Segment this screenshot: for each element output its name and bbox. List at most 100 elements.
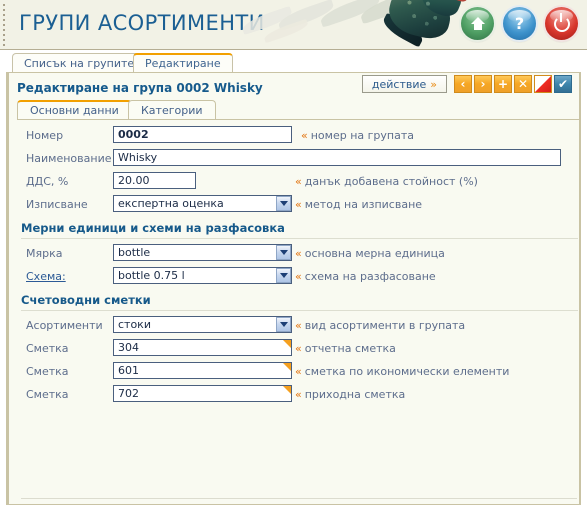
form-row-account3: Сметка 702 «приходна сметка — [9, 384, 579, 407]
add-record-button[interactable]: + — [494, 75, 512, 93]
delete-record-button[interactable]: ✕ — [514, 75, 532, 93]
account1-hint: «отчетна сметка — [295, 342, 396, 355]
header-dotted-rule — [3, 4, 5, 46]
form-row-account1: Сметка 304 «отчетна сметка — [9, 338, 579, 361]
action-menu-button[interactable]: действие » — [361, 75, 447, 93]
name-input[interactable]: Whisky — [113, 149, 561, 166]
scheme-select-value: bottle 0.75 l — [113, 267, 292, 284]
account3-label: Сметка — [26, 388, 69, 401]
section-accounts: Счетоводни сметки — [9, 289, 579, 315]
vat-label: ДДС, % — [26, 175, 69, 188]
lookup-flag-icon[interactable] — [283, 340, 291, 348]
unit-select[interactable]: bottle — [113, 244, 292, 261]
writeoff-hint: «метод на изписване — [295, 198, 423, 211]
account1-hint-text: отчетна сметка — [304, 342, 396, 355]
assortment-select[interactable]: стоки — [113, 316, 292, 333]
account2-field[interactable]: 601 — [113, 362, 292, 379]
unit-hint-text: основна мерна единица — [304, 247, 445, 260]
record-toolbar: действие » ‹ › + ✕ ✔ — [361, 75, 572, 93]
account1-input[interactable]: 304 — [113, 339, 292, 356]
form-row-account2: Сметка 601 «сметка по икономически елеме… — [9, 361, 579, 384]
lookup-flag-icon[interactable] — [283, 363, 291, 371]
writeoff-hint-text: метод на изписване — [304, 198, 423, 211]
vat-input[interactable]: 20.00 — [113, 172, 196, 189]
lookup-flag-icon[interactable] — [283, 386, 291, 394]
app-header: ГРУПИ АСОРТИМЕНТИ ? — [0, 0, 587, 50]
unit-select-value: bottle — [113, 244, 292, 261]
name-label: Наименование — [26, 152, 112, 165]
panel-heading: Редактиране на група 0002 Whisky — [17, 81, 263, 95]
form-row-assortment: Асортименти стоки «вид асортименти в гру… — [9, 315, 579, 338]
chevron-down-icon[interactable] — [276, 317, 291, 332]
inner-tab-divider — [17, 119, 579, 120]
home-icon — [470, 17, 485, 30]
main-tab-bar: Списък на групите Редактиране — [0, 50, 587, 72]
edit-form: Номер 0002 «номер на групата Наименовани… — [9, 125, 579, 407]
assortment-label: Асортименти — [26, 319, 103, 332]
account2-label: Сметка — [26, 365, 69, 378]
account1-label: Сметка — [26, 342, 69, 355]
section-accounts-title: Счетоводни сметки — [21, 293, 151, 307]
cancel-edit-button[interactable] — [534, 75, 552, 93]
account2-hint: «сметка по икономически елементи — [295, 365, 510, 378]
unit-label: Мярка — [26, 247, 63, 260]
account2-input[interactable]: 601 — [113, 362, 292, 379]
section-units-title: Мерни единици и схеми на разфасовка — [21, 221, 285, 235]
section-units-divider — [21, 238, 578, 239]
chevron-down-icon[interactable] — [276, 196, 291, 211]
record-nav-icons: ‹ › + ✕ ✔ — [454, 75, 572, 93]
account1-field[interactable]: 304 — [113, 339, 292, 356]
form-row-number: Номер 0002 «номер на групата — [9, 125, 579, 148]
assortment-hint: «вид асортименти в групата — [295, 319, 466, 332]
tab-main-data[interactable]: Основни данни — [17, 100, 132, 120]
next-record-button[interactable]: › — [474, 75, 492, 93]
assortment-select-value: стоки — [113, 316, 292, 333]
confirm-save-button[interactable]: ✔ — [554, 75, 572, 93]
number-input[interactable]: 0002 — [113, 126, 292, 143]
scheme-hint-text: схема на разфасоване — [304, 270, 436, 283]
action-menu-label: действие — [371, 77, 427, 91]
header-button-group: ? — [461, 7, 578, 40]
section-accounts-divider — [21, 310, 578, 311]
question-icon: ? — [514, 13, 525, 33]
account3-field[interactable]: 702 — [113, 385, 292, 402]
form-row-vat: ДДС, % 20.00 «данък добавена стойност (%… — [9, 171, 579, 194]
tab-edit[interactable]: Редактиране — [133, 53, 233, 72]
chevron-right-icon: » — [430, 77, 437, 91]
account2-hint-text: сметка по икономически елементи — [304, 365, 510, 378]
account3-hint: «приходна сметка — [295, 388, 406, 401]
scheme-select[interactable]: bottle 0.75 l — [113, 267, 292, 284]
panel-bottom-divider — [21, 498, 577, 499]
number-hint-text: номер на групата — [310, 129, 414, 142]
account3-input[interactable]: 702 — [113, 385, 292, 402]
writeoff-select-value: експертна оценка — [113, 195, 292, 212]
scheme-link[interactable]: Схема: — [26, 270, 66, 283]
edit-panel: Редактиране на група 0002 Whisky действи… — [6, 72, 581, 505]
logout-button[interactable] — [545, 7, 578, 40]
form-row-writeoff: Изписване експертна оценка «метод на изп… — [9, 194, 579, 217]
prev-record-button[interactable]: ‹ — [454, 75, 472, 93]
chevron-down-icon[interactable] — [276, 245, 291, 260]
tab-group-list[interactable]: Списък на групите — [12, 53, 147, 72]
help-button[interactable]: ? — [503, 7, 536, 40]
writeoff-label: Изписване — [26, 198, 88, 211]
form-row-unit: Мярка bottle «основна мерна единица — [9, 243, 579, 266]
form-row-scheme: Схема: bottle 0.75 l «схема на разфасова… — [9, 266, 579, 289]
page-title: ГРУПИ АСОРТИМЕНТИ — [19, 11, 265, 35]
chevron-down-icon[interactable] — [276, 268, 291, 283]
unit-hint: «основна мерна единица — [295, 247, 445, 260]
form-row-name: Наименование Whisky — [9, 148, 579, 171]
account3-hint-text: приходна сметка — [304, 388, 406, 401]
vat-hint: «данък добавена стойност (%) — [295, 175, 478, 188]
tab-categories[interactable]: Категории — [128, 100, 216, 120]
vat-hint-text: данък добавена стойност (%) — [304, 175, 478, 188]
home-button[interactable] — [461, 7, 494, 40]
number-hint: «номер на групата — [301, 129, 414, 142]
assortment-hint-text: вид асортименти в групата — [304, 319, 466, 332]
writeoff-select[interactable]: експертна оценка — [113, 195, 292, 212]
scheme-hint: «схема на разфасоване — [295, 270, 436, 283]
section-units: Мерни единици и схеми на разфасовка — [9, 217, 579, 243]
number-label: Номер — [26, 129, 64, 142]
decorative-bird-artwork — [239, 0, 469, 48]
power-icon — [553, 12, 570, 32]
